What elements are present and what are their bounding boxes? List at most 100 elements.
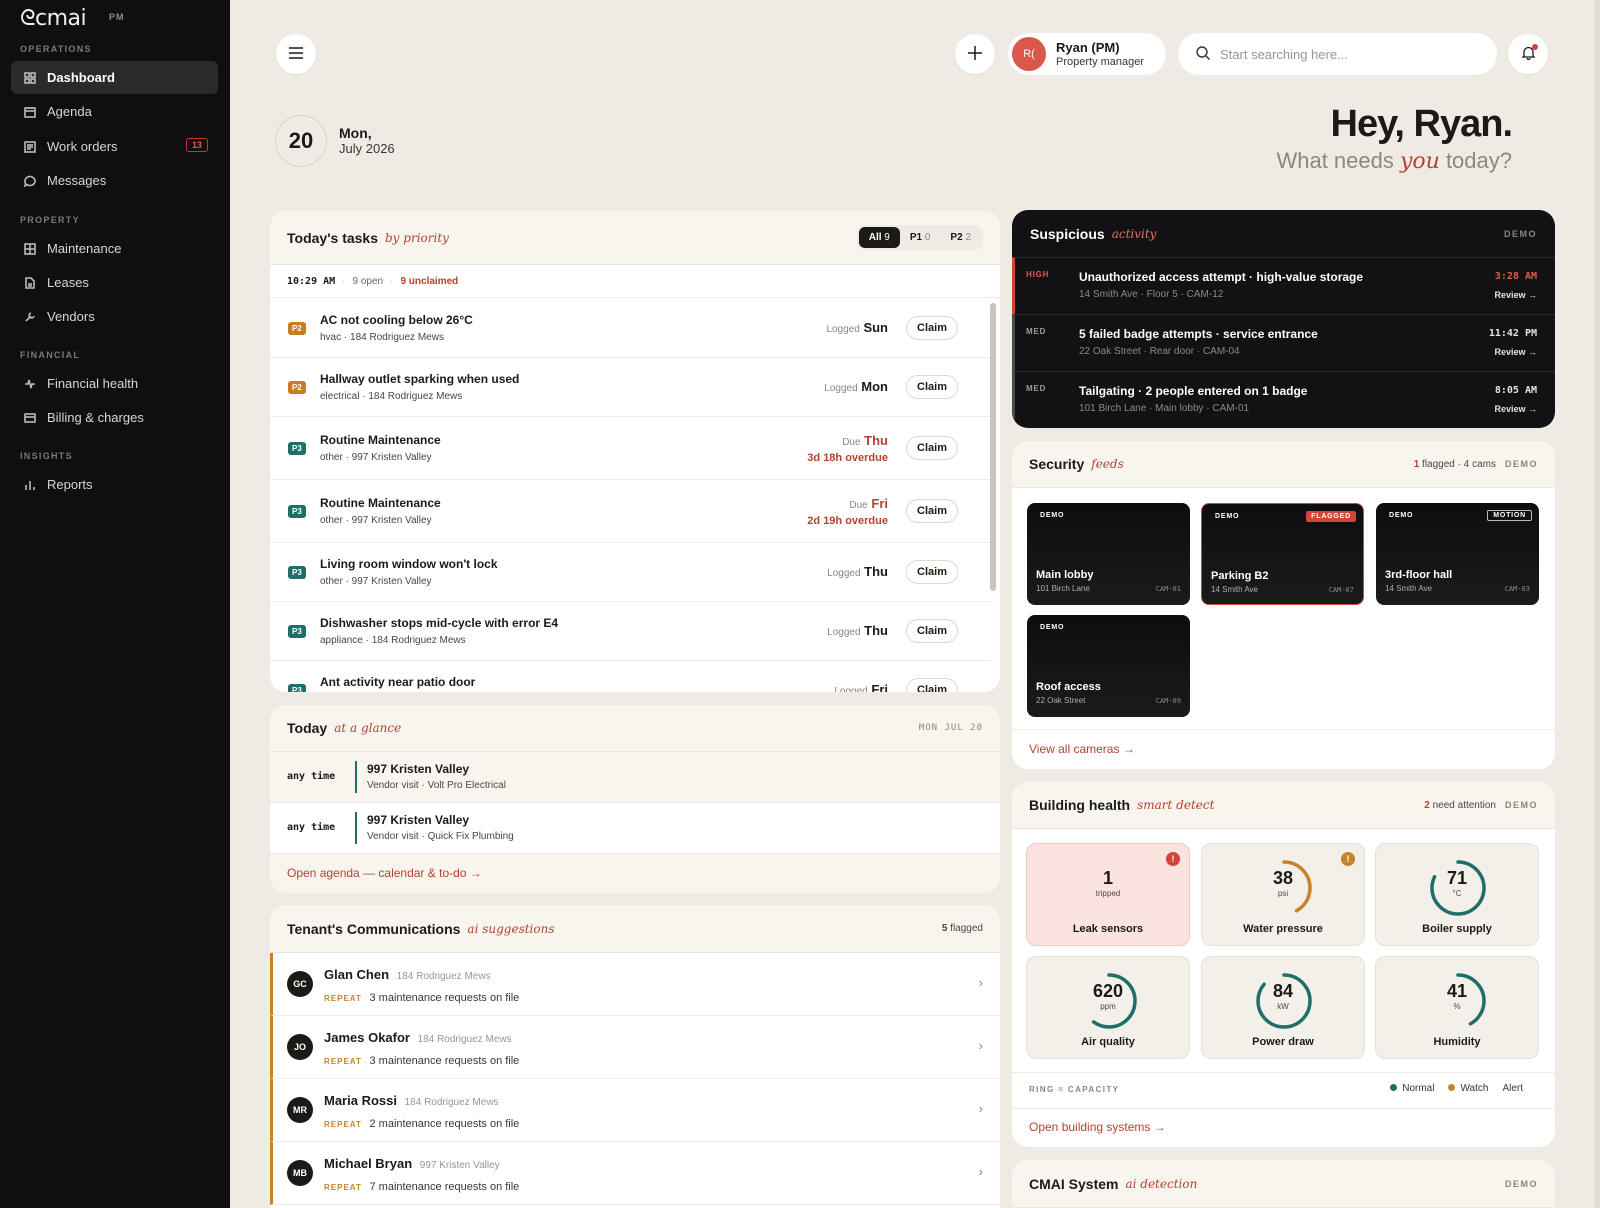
tenant-row[interactable]: MB Michael Bryan 997 Kristen Valley REPE… <box>270 1142 1000 1205</box>
filter-p1[interactable]: P1 0 <box>900 227 941 248</box>
suspicious-row[interactable]: MED Tailgating · 2 people entered on 1 b… <box>1012 371 1555 428</box>
suspicious-time: 11:42 PM <box>1488 328 1537 339</box>
metric-value: 38 <box>1272 868 1294 888</box>
sidebar-item-leases[interactable]: Leases <box>11 266 218 299</box>
metric-label: Humidity <box>1433 1036 1481 1048</box>
health-metric[interactable]: 620 ppm Air quality <box>1026 956 1190 1059</box>
sidebar-item-dashboard[interactable]: Dashboard <box>11 61 218 94</box>
suspicious-row[interactable]: HIGH Unauthorized access attempt · high-… <box>1012 257 1555 314</box>
health-metric[interactable]: 71 °C Boiler supply <box>1375 843 1539 946</box>
chevron-right-icon: › <box>978 1164 983 1179</box>
view-all-cameras-link[interactable]: View all cameras → <box>1029 742 1135 756</box>
review-link[interactable]: Review → <box>1494 290 1537 300</box>
demo-label: DEMO <box>1504 228 1537 239</box>
tasks-title: Today's tasks <box>287 229 378 246</box>
tenant-note: 7 maintenance requests on file <box>369 1181 520 1193</box>
camera-id: CAM-09 <box>1155 697 1181 705</box>
claim-button[interactable]: Claim <box>906 618 958 643</box>
document-icon <box>23 276 37 290</box>
add-button[interactable] <box>955 34 995 74</box>
camera-tile[interactable]: DEMO Main lobby 101 Birch Lane CAM-01 <box>1027 503 1190 605</box>
review-link[interactable]: Review → <box>1494 404 1537 414</box>
health-metric[interactable]: 84 kW Power draw <box>1201 956 1365 1059</box>
filter-all[interactable]: All 9 <box>858 227 900 248</box>
sidebar-item-label: Leases <box>47 275 89 290</box>
suspicious-time: 8:05 AM <box>1494 385 1537 396</box>
user-menu[interactable]: R( Ryan (PM) Property manager <box>1008 33 1166 75</box>
task-row[interactable]: P2 Hallway outlet sparking when used ele… <box>270 358 990 417</box>
sidebar-item-billing[interactable]: Billing & charges <box>11 401 218 434</box>
claim-button[interactable]: Claim <box>906 498 958 523</box>
notifications-button[interactable] <box>1508 34 1548 74</box>
sidebar-item-reports[interactable]: Reports <box>11 468 218 501</box>
priority-badge: P3 <box>288 504 306 518</box>
camera-id: CAM-01 <box>1155 585 1181 593</box>
task-row[interactable]: P2 AC not cooling below 26°C hvac · 184 … <box>270 299 990 358</box>
severity-label: HIGH <box>1026 270 1050 279</box>
priority-badge: P3 <box>288 624 306 638</box>
sidebar-item-financial-health[interactable]: Financial health <box>11 367 218 400</box>
menu-button[interactable] <box>276 34 316 74</box>
comms-title: Tenant's Communications <box>287 920 461 937</box>
plus-icon <box>968 45 982 63</box>
priority-badge: P3 <box>288 565 306 579</box>
sidebar-item-vendors[interactable]: Vendors <box>11 300 218 333</box>
task-row[interactable]: P3 Dishwasher stops mid-cycle with error… <box>270 602 990 661</box>
tenant-name: Glan Chen <box>324 967 390 982</box>
avatar: MR <box>287 1097 313 1123</box>
tenant-note: 3 maintenance requests on file <box>369 992 520 1004</box>
date-weekday: Mon, <box>339 125 372 141</box>
user-name: Ryan (PM) <box>1056 40 1120 55</box>
sidebar-item-label: Vendors <box>47 309 95 324</box>
cmai-header: CMAI System ai detection DEMO <box>1012 1160 1555 1208</box>
health-metric[interactable]: ! 38 psi Water pressure <box>1201 843 1365 946</box>
claim-button[interactable]: Claim <box>906 374 958 399</box>
search-input[interactable] <box>1220 46 1470 62</box>
claim-button[interactable]: Claim <box>906 559 958 584</box>
tenant-row[interactable]: JO James Okafor 184 Rodriguez Mews REPEA… <box>270 1016 1000 1079</box>
claim-button[interactable]: Claim <box>906 435 958 460</box>
filter-p2[interactable]: P2 2 <box>940 227 981 248</box>
demo-label: DEMO <box>1215 513 1240 520</box>
health-metric[interactable]: ! 1 tripped Leak sensors <box>1026 843 1190 946</box>
page-scrollbar[interactable] <box>1594 0 1600 1208</box>
camera-tile[interactable]: DEMO Roof access 22 Oak Street CAM-09 <box>1027 615 1190 717</box>
severity-label: MED <box>1026 327 1047 336</box>
task-row[interactable]: P3 Ant activity near patio door Logged F… <box>270 661 990 692</box>
sidebar-item-label: Reports <box>47 477 93 492</box>
camera-tile[interactable]: DEMO MOTION 3rd-floor hall 14 Smith Ave C… <box>1376 503 1539 605</box>
app-logo[interactable]: ᘓcmai <box>20 6 87 31</box>
sidebar-item-messages[interactable]: Messages <box>11 164 218 197</box>
tenant-row[interactable]: GC Glan Chen 184 Rodriguez Mews REPEAT 3… <box>270 953 1000 1016</box>
open-building-systems-link[interactable]: Open building systems → <box>1029 1120 1166 1134</box>
tasks-filter: All 9 P1 0 P2 2 <box>856 225 983 250</box>
sidebar-item-maintenance[interactable]: Maintenance <box>11 232 218 265</box>
metric-value: 1 <box>1102 868 1113 888</box>
search-bar[interactable] <box>1178 33 1497 75</box>
claim-button[interactable]: Claim <box>906 315 958 340</box>
claim-button[interactable]: Claim <box>906 677 958 692</box>
camera-tile[interactable]: DEMO FLAGGED Parking B2 14 Smith Ave CAM-… <box>1201 503 1364 605</box>
agenda-row[interactable]: any time 997 Kristen Valley Vendor visit… <box>270 803 1000 854</box>
task-title: Routine Maintenance <box>320 495 441 510</box>
task-row[interactable]: P3 Routine Maintenance other · 997 Krist… <box>270 417 990 480</box>
tenant-row[interactable]: MR Maria Rossi 184 Rodriguez Mews REPEAT… <box>270 1079 1000 1142</box>
legend-watch: Watch <box>1448 1083 1488 1094</box>
cmai-subtitle: ai detection <box>1125 1176 1198 1191</box>
priority-badge: P2 <box>288 321 306 335</box>
review-link[interactable]: Review → <box>1494 347 1537 357</box>
camera-address: 14 Smith Ave <box>1211 585 1258 594</box>
cmai-card: CMAI System ai detection DEMO <box>1012 1160 1555 1208</box>
health-metric[interactable]: 41 % Humidity <box>1375 956 1539 1059</box>
task-row[interactable]: P3 Routine Maintenance other · 997 Krist… <box>270 480 990 543</box>
task-list: P2 AC not cooling below 26°C hvac · 184 … <box>270 299 990 692</box>
suspicious-row[interactable]: MED 5 failed badge attempts · service en… <box>1012 314 1555 371</box>
open-agenda-link[interactable]: Open agenda — calendar & to-do → <box>287 866 482 880</box>
task-row[interactable]: P3 Living room window won't lock other ·… <box>270 543 990 602</box>
sidebar-item-agenda[interactable]: Agenda <box>11 95 218 128</box>
agenda-row[interactable]: any time 997 Kristen Valley Vendor visit… <box>270 752 1000 803</box>
sidebar-item-work-orders[interactable]: Work orders 13 <box>11 130 218 163</box>
task-scrollbar[interactable] <box>990 303 996 591</box>
security-card: Security feeds 1 flagged · 4 cams DEMO D… <box>1012 441 1555 769</box>
section-insights: INSIGHTS <box>20 451 73 461</box>
